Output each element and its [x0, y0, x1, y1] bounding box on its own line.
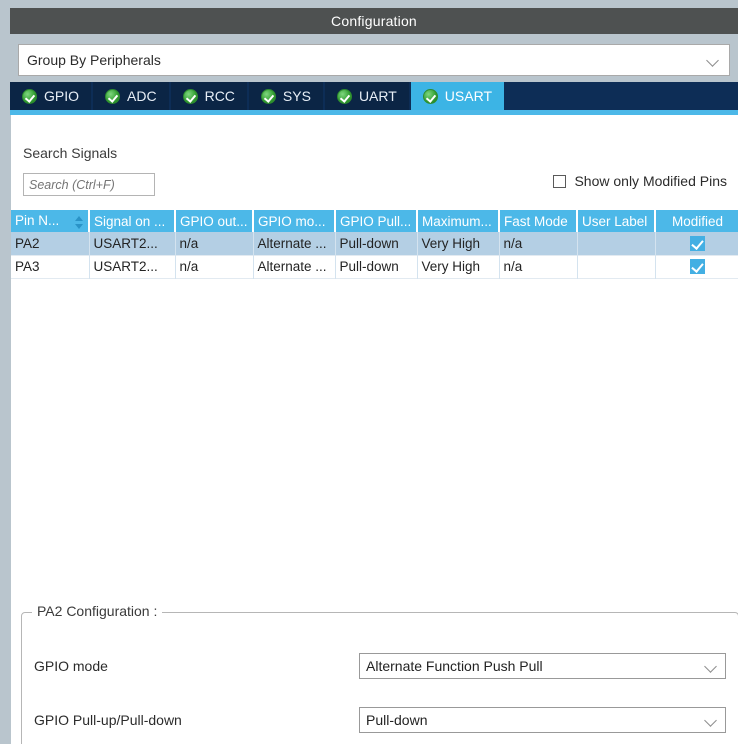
config-field-value: Alternate Function Push Pull [366, 658, 543, 674]
tab-uart[interactable]: UART [324, 82, 411, 110]
column-header-label: GPIO Pull... [340, 213, 412, 229]
cell-modified[interactable] [655, 232, 738, 255]
cell-gpio-pull[interactable]: Pull-down [335, 255, 418, 278]
column-header-0[interactable]: Pin N... [11, 210, 90, 232]
check-circle-icon [105, 88, 121, 104]
cell-user-label[interactable] [577, 255, 656, 278]
column-header-label: Fast Mode [504, 213, 568, 229]
column-header-label: User Label [582, 213, 648, 229]
tab-usart[interactable]: USART [410, 82, 506, 110]
show-only-modified-pins-checkbox[interactable]: Show only Modified Pins [553, 173, 727, 189]
check-circle-icon [422, 88, 438, 104]
table-row[interactable]: PA3 USART2... n/a Alternate ... Pull-down Ver… [11, 255, 738, 278]
pin-config-legend: PA2 Configuration : [32, 603, 163, 619]
cell-fast-mode[interactable]: n/a [499, 232, 578, 255]
config-field-dropdown[interactable]: Pull-down [359, 707, 726, 733]
tab-label: ADC [127, 88, 157, 104]
cell-gpio-mode[interactable]: Alternate ... [253, 232, 336, 255]
config-row-1: GPIO Pull-up/Pull-down Pull-down [34, 707, 726, 733]
check-circle-icon [336, 88, 352, 104]
pin-configuration-table[interactable]: Pin N... Signal on ... GPIO out... GPIO mo.… [11, 210, 738, 279]
show-only-modified-pins-label: Show only Modified Pins [574, 173, 727, 189]
cell-pin[interactable]: PA3 [11, 255, 90, 278]
tab-rcc[interactable]: RCC [170, 82, 249, 110]
pin-config-fieldset: PA2 Configuration : GPIO mode Alternate F… [21, 603, 738, 744]
column-header-4[interactable]: GPIO Pull... [335, 210, 418, 232]
tab-label: UART [358, 88, 397, 104]
window-title-bar: Configuration [10, 8, 738, 34]
cell-gpio-output[interactable]: n/a [175, 255, 254, 278]
checkbox-unchecked-icon[interactable] [553, 174, 567, 188]
chevron-down-icon [707, 53, 721, 67]
config-field-label: GPIO Pull-up/Pull-down [34, 712, 182, 728]
config-field-label: GPIO mode [34, 658, 108, 674]
checkbox-checked-icon[interactable] [689, 236, 705, 252]
config-field-dropdown[interactable]: Alternate Function Push Pull [359, 653, 726, 679]
cell-user-label[interactable] [577, 232, 656, 255]
cell-signal[interactable]: USART2... [89, 255, 176, 278]
chevron-down-icon [705, 659, 719, 673]
cell-gpio-mode[interactable]: Alternate ... [253, 255, 336, 278]
column-header-label: Maximum... [422, 213, 492, 229]
column-header-label: Signal on ... [94, 213, 166, 229]
page-title: Configuration [331, 13, 417, 29]
config-field-value: Pull-down [366, 712, 428, 728]
cell-fast-mode[interactable]: n/a [499, 255, 578, 278]
tab-label: USART [444, 88, 492, 104]
table-row[interactable]: PA2 USART2... n/a Alternate ... Pull-down Ver… [11, 232, 738, 255]
column-header-7[interactable]: User Label [577, 210, 656, 232]
tab-label: GPIO [44, 88, 80, 104]
column-header-label: GPIO out... [180, 213, 248, 229]
content-area: Search Signals Show only Modified Pins P… [10, 115, 738, 744]
tab-label: SYS [282, 88, 311, 104]
sort-updown-icon[interactable] [74, 215, 84, 230]
cell-signal[interactable]: USART2... [89, 232, 176, 255]
check-circle-icon [182, 88, 198, 104]
group-by-value: Group By Peripherals [27, 52, 161, 68]
table-header-row[interactable]: Pin N... Signal on ... GPIO out... GPIO mo.… [11, 210, 738, 232]
cell-pin[interactable]: PA2 [11, 232, 90, 255]
check-circle-icon [260, 88, 276, 104]
column-header-label: Pin N... [15, 212, 60, 228]
table-body[interactable]: PA2 USART2... n/a Alternate ... Pull-down Ver… [11, 232, 738, 278]
cell-gpio-pull[interactable]: Pull-down [335, 232, 418, 255]
tab-sys[interactable]: SYS [248, 82, 325, 110]
checkbox-checked-icon[interactable] [689, 259, 705, 275]
column-header-1[interactable]: Signal on ... [89, 210, 176, 232]
check-circle-icon [22, 88, 37, 104]
column-header-label: Modified [671, 213, 724, 229]
column-header-6[interactable]: Fast Mode [499, 210, 578, 232]
tab-label: RCC [204, 88, 235, 104]
cell-max-speed[interactable]: Very High [417, 232, 500, 255]
chevron-down-icon [705, 713, 719, 727]
config-row-0: GPIO mode Alternate Function Push Pull [34, 653, 726, 679]
tab-gpio[interactable]: GPIO [10, 82, 94, 110]
column-header-5[interactable]: Maximum... [417, 210, 500, 232]
search-input[interactable] [23, 173, 155, 196]
column-header-8[interactable]: Modified [655, 210, 738, 232]
group-by-dropdown[interactable]: Group By Peripherals [18, 44, 730, 76]
column-header-label: GPIO mo... [258, 213, 326, 229]
cell-max-speed[interactable]: Very High [417, 255, 500, 278]
cell-gpio-output[interactable]: n/a [175, 232, 254, 255]
search-signals-label: Search Signals [23, 145, 118, 161]
column-header-3[interactable]: GPIO mo... [253, 210, 336, 232]
column-header-2[interactable]: GPIO out... [175, 210, 254, 232]
cell-modified[interactable] [655, 255, 738, 278]
tab-adc[interactable]: ADC [93, 82, 171, 110]
